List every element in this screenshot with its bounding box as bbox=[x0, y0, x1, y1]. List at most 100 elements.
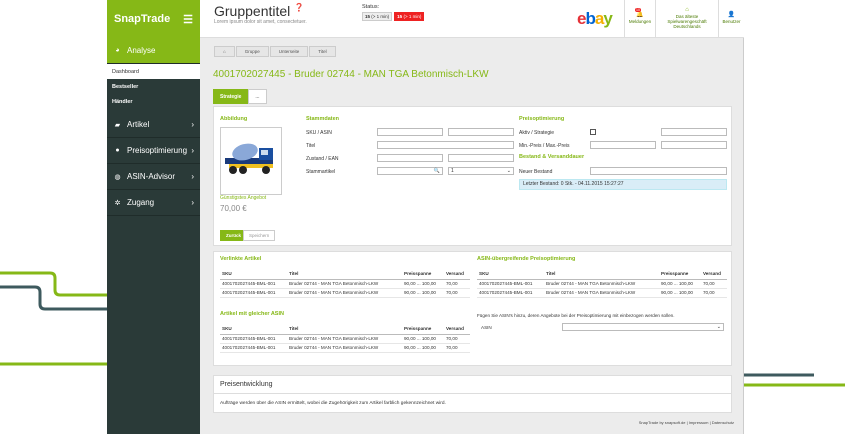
titel-input[interactable] bbox=[377, 141, 514, 149]
status-badge-alert[interactable]: 15 (> 1 min) bbox=[394, 12, 425, 21]
status-text: (> 1 min) bbox=[371, 14, 390, 19]
article-form-panel: Abbildung Günstigstes Angebot 70,00 € St… bbox=[213, 106, 732, 246]
sidebar-item-analyse[interactable]: ◕ Analyse bbox=[107, 38, 200, 64]
bell-icon: 🔔 10 bbox=[635, 8, 644, 18]
ean-input[interactable] bbox=[448, 154, 514, 162]
aktiv-checkbox[interactable] bbox=[590, 129, 596, 135]
table-row[interactable]: 4001702027445-BML-001 Bruder 02744 - MAN … bbox=[477, 279, 727, 289]
top-bar: Gruppentitel ❓ Lorem ipsum dolor sit amet… bbox=[200, 0, 744, 38]
brand-name: SnapTrade bbox=[114, 13, 171, 25]
status-badge[interactable]: 15 (> 1 min) bbox=[362, 12, 393, 21]
sidebar-item-label: Artikel bbox=[127, 120, 150, 129]
column-header[interactable]: Titel bbox=[287, 323, 402, 335]
sidebar-sub-haendler[interactable]: Händler bbox=[107, 94, 200, 109]
user-button[interactable]: 👤 Benutzer bbox=[718, 0, 744, 38]
sidebar-item-label: Zugang bbox=[127, 198, 155, 207]
shop-label: Das älteste Spielwarengeschäft Deutschla… bbox=[667, 14, 707, 29]
neuer-bestand-label: Neuer Bestand bbox=[519, 169, 553, 175]
home-icon[interactable]: ⌂ bbox=[214, 46, 235, 57]
zustand-input[interactable] bbox=[377, 154, 443, 162]
column-header[interactable]: SKU bbox=[220, 268, 287, 280]
table-row[interactable]: 4001702027445-BML-001 Bruder 02744 - MAN … bbox=[477, 288, 727, 298]
min-max-preis-label: Min.-Preis / Max.-Preis bbox=[519, 143, 570, 149]
column-header[interactable]: SKU bbox=[220, 323, 287, 335]
column-header[interactable]: Titel bbox=[287, 268, 402, 280]
column-header[interactable]: Titel bbox=[544, 268, 659, 280]
chevron-down-icon[interactable]: ⌄ bbox=[717, 324, 721, 330]
table-header: SKU Titel Preisspanne Versand bbox=[220, 268, 470, 280]
column-header[interactable]: Preisspanne bbox=[402, 323, 444, 335]
sku-asin-label: SKU / ASIN bbox=[306, 130, 332, 136]
table-row[interactable]: 4001702027445-BML-001 Bruder 02744 - MAN … bbox=[220, 343, 470, 353]
page-title: 4001702027445 - Bruder 02744 - MAN TGA B… bbox=[213, 69, 489, 80]
shop-button[interactable]: ⌂ Das älteste Spielwarengeschäft Deutsch… bbox=[655, 0, 718, 38]
linked-articles-panel: Verlinkte Artikel SKU Titel Preisspanne … bbox=[213, 251, 732, 366]
breadcrumb: ⌂ Gruppe Unterseite Titel bbox=[214, 46, 337, 57]
home-icon: ⌂ bbox=[685, 7, 689, 13]
table-row[interactable]: 4001702027445-BML-001 Bruder 02744 - MAN … bbox=[220, 288, 470, 298]
asin-input[interactable] bbox=[448, 128, 514, 136]
column-header[interactable]: Preisspanne bbox=[659, 268, 701, 280]
tab-strategie[interactable]: Strategie bbox=[213, 89, 249, 104]
tab-more[interactable]: ... bbox=[248, 89, 267, 104]
brand-logo[interactable]: SnapTrade ☰ bbox=[107, 0, 200, 38]
table-cell: 90,00 ... 100,00 bbox=[402, 288, 444, 298]
table-cell: 70,00 bbox=[701, 288, 727, 298]
same-asin-table: SKU Titel Preisspanne Versand 4001702027… bbox=[220, 323, 470, 353]
table-cell: 4001702027445-BML-001 bbox=[220, 279, 287, 289]
group-subtitle: Lorem ipsum dolor sit amet, consectetuer… bbox=[214, 19, 307, 25]
status-text: (> 1 min) bbox=[403, 14, 422, 19]
table-row[interactable]: 4001702027445-BML-001 Bruder 02744 - MAN … bbox=[220, 279, 470, 289]
table-cell: Bruder 02744 - MAN TGA Betonmisch-LKW bbox=[287, 288, 402, 298]
column-header[interactable]: Versand bbox=[444, 268, 470, 280]
sidebar-item-label: ASIN-Advisor bbox=[127, 172, 176, 181]
table-header: SKU Titel Preisspanne Versand bbox=[220, 323, 470, 335]
stammartikel-input[interactable]: 🔍 bbox=[377, 167, 443, 175]
hamburger-icon[interactable]: ☰ bbox=[183, 13, 193, 26]
column-header[interactable]: Preisspanne bbox=[402, 268, 444, 280]
help-icon[interactable]: ❓ bbox=[294, 3, 304, 12]
min-preis-input[interactable] bbox=[590, 141, 656, 149]
sku-input[interactable] bbox=[377, 128, 443, 136]
column-header[interactable]: SKU bbox=[477, 268, 544, 280]
group-title: Gruppentitel ❓ bbox=[214, 3, 304, 19]
stammartikel-qty-select[interactable]: 1 ⌄ bbox=[448, 167, 514, 175]
sidebar-item-artikel[interactable]: ▰ Artikel › bbox=[107, 112, 200, 138]
price-value: 70,00 € bbox=[220, 204, 247, 213]
user-icon: 👤 bbox=[727, 12, 736, 18]
asin-hint: Fügen Sie ASIN's hinzu, deren Angebote b… bbox=[477, 313, 675, 318]
sidebar-sub-bestseller[interactable]: Bestseller bbox=[107, 79, 200, 94]
breadcrumb-item[interactable]: Titel bbox=[309, 46, 336, 57]
table-cell: 70,00 bbox=[701, 279, 727, 289]
search-icon[interactable]: 🔍 bbox=[434, 168, 440, 174]
sidebar-sub-dashboard[interactable]: Dashboard bbox=[107, 64, 200, 79]
breadcrumb-bar: ⌂ Gruppe Unterseite Titel bbox=[200, 44, 744, 58]
table-cell: 90,00 ... 100,00 bbox=[402, 334, 444, 344]
column-header[interactable]: Versand bbox=[701, 268, 727, 280]
aktiv-strategie-label: Aktiv / Strategie bbox=[519, 130, 555, 136]
table-row[interactable]: 4001702027445-BML-001 Bruder 02744 - MAN … bbox=[220, 334, 470, 344]
table-cell: Bruder 02744 - MAN TGA Betonmisch-LKW bbox=[544, 279, 659, 289]
table-cell: 70,00 bbox=[444, 334, 470, 344]
tag-icon: ▰ bbox=[114, 121, 121, 129]
preisentwicklung-title: Preisentwicklung bbox=[220, 381, 273, 388]
asin-label: ASIN bbox=[481, 325, 492, 330]
asin-add-input[interactable]: ⌄ bbox=[562, 323, 724, 331]
breadcrumb-item[interactable]: Unterseite bbox=[269, 46, 309, 57]
chevron-right-icon: › bbox=[191, 198, 194, 207]
chevron-right-icon: › bbox=[191, 146, 194, 155]
dashboard-icon: ◕ bbox=[115, 47, 120, 54]
sidebar-item-zugang[interactable]: ✲ Zugang › bbox=[107, 190, 200, 216]
strategie-input[interactable] bbox=[661, 128, 727, 136]
sidebar-item-asin-advisor[interactable]: ◍ ASIN-Advisor › bbox=[107, 164, 200, 190]
linked-table: SKU Titel Preisspanne Versand 4001702027… bbox=[220, 268, 470, 298]
table-cell: 4001702027445-BML-001 bbox=[477, 279, 544, 289]
neuer-bestand-input[interactable] bbox=[590, 167, 727, 175]
save-button[interactable]: Speichern bbox=[243, 230, 276, 241]
breadcrumb-item[interactable]: Gruppe bbox=[235, 46, 269, 57]
max-preis-input[interactable] bbox=[661, 141, 727, 149]
column-header[interactable]: Versand bbox=[444, 323, 470, 335]
notifications-button[interactable]: 🔔 10 Meldungen bbox=[624, 0, 655, 38]
sidebar-item-preisoptimierung[interactable]: ● Preisoptimierung › bbox=[107, 138, 200, 164]
table-cell: 90,00 ... 100,00 bbox=[402, 343, 444, 353]
